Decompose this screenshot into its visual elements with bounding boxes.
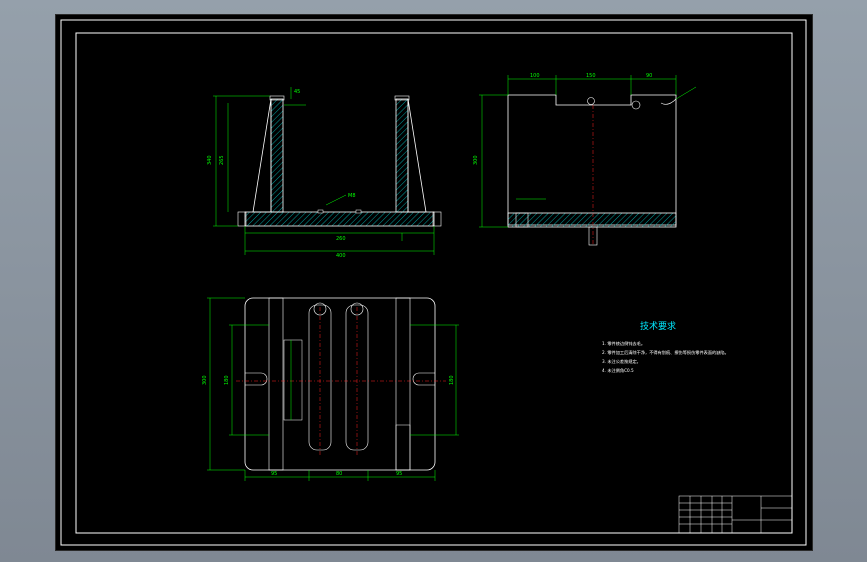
technical-requirements: 技术要求 1. 零件棱边倒钝去毛。 2. 零件加工后清除干净，不得有划痕、擦伤等… xyxy=(602,320,729,374)
side-base-section xyxy=(507,212,677,228)
svg-text:340: 340 xyxy=(207,155,213,165)
top-view: 300 180 180 95 80 95 xyxy=(202,297,459,481)
svg-text:180: 180 xyxy=(449,375,455,385)
front-left-rib xyxy=(252,98,272,213)
svg-text:95: 95 xyxy=(396,471,402,477)
front-view: 340 265 260 400 45 M8 xyxy=(207,87,442,259)
svg-text:M8: M8 xyxy=(348,193,356,199)
requirement-1: 1. 零件棱边倒钝去毛。 xyxy=(602,340,645,347)
svg-text:95: 95 xyxy=(271,471,277,477)
svg-text:150: 150 xyxy=(586,73,596,79)
svg-text:180: 180 xyxy=(224,375,230,385)
front-right-wall xyxy=(395,98,409,213)
svg-text:80: 80 xyxy=(336,471,342,477)
svg-text:265: 265 xyxy=(219,155,225,165)
svg-text:45: 45 xyxy=(294,89,300,95)
svg-text:400: 400 xyxy=(336,253,346,259)
front-base-plate xyxy=(244,211,435,227)
svg-text:300: 300 xyxy=(473,155,479,165)
requirement-4: 4. 未注倒角C0.5 xyxy=(602,367,634,374)
svg-text:90: 90 xyxy=(646,73,652,79)
drawing-sheet: 340 265 260 400 45 M8 100 150 90 300 300… xyxy=(60,19,807,546)
svg-text:100: 100 xyxy=(530,73,540,79)
cad-drawing-viewport[interactable]: 340 265 260 400 45 M8 100 150 90 300 300… xyxy=(55,14,813,551)
front-right-rib xyxy=(407,98,427,213)
side-outline xyxy=(507,94,677,226)
requirement-2: 2. 零件加工后清除干净，不得有划痕、擦伤等损伤零件表面的缺陷。 xyxy=(602,349,729,356)
requirements-title: 技术要求 xyxy=(640,320,676,332)
svg-text:260: 260 xyxy=(336,236,346,242)
title-block xyxy=(678,495,793,534)
top-plate-outline xyxy=(244,297,436,471)
requirement-3: 3. 未注公差按规定。 xyxy=(602,358,641,365)
side-view: 100 150 90 300 xyxy=(473,73,697,246)
inner-frame xyxy=(75,32,793,534)
svg-text:300: 300 xyxy=(202,375,208,385)
front-left-wall xyxy=(270,98,284,213)
